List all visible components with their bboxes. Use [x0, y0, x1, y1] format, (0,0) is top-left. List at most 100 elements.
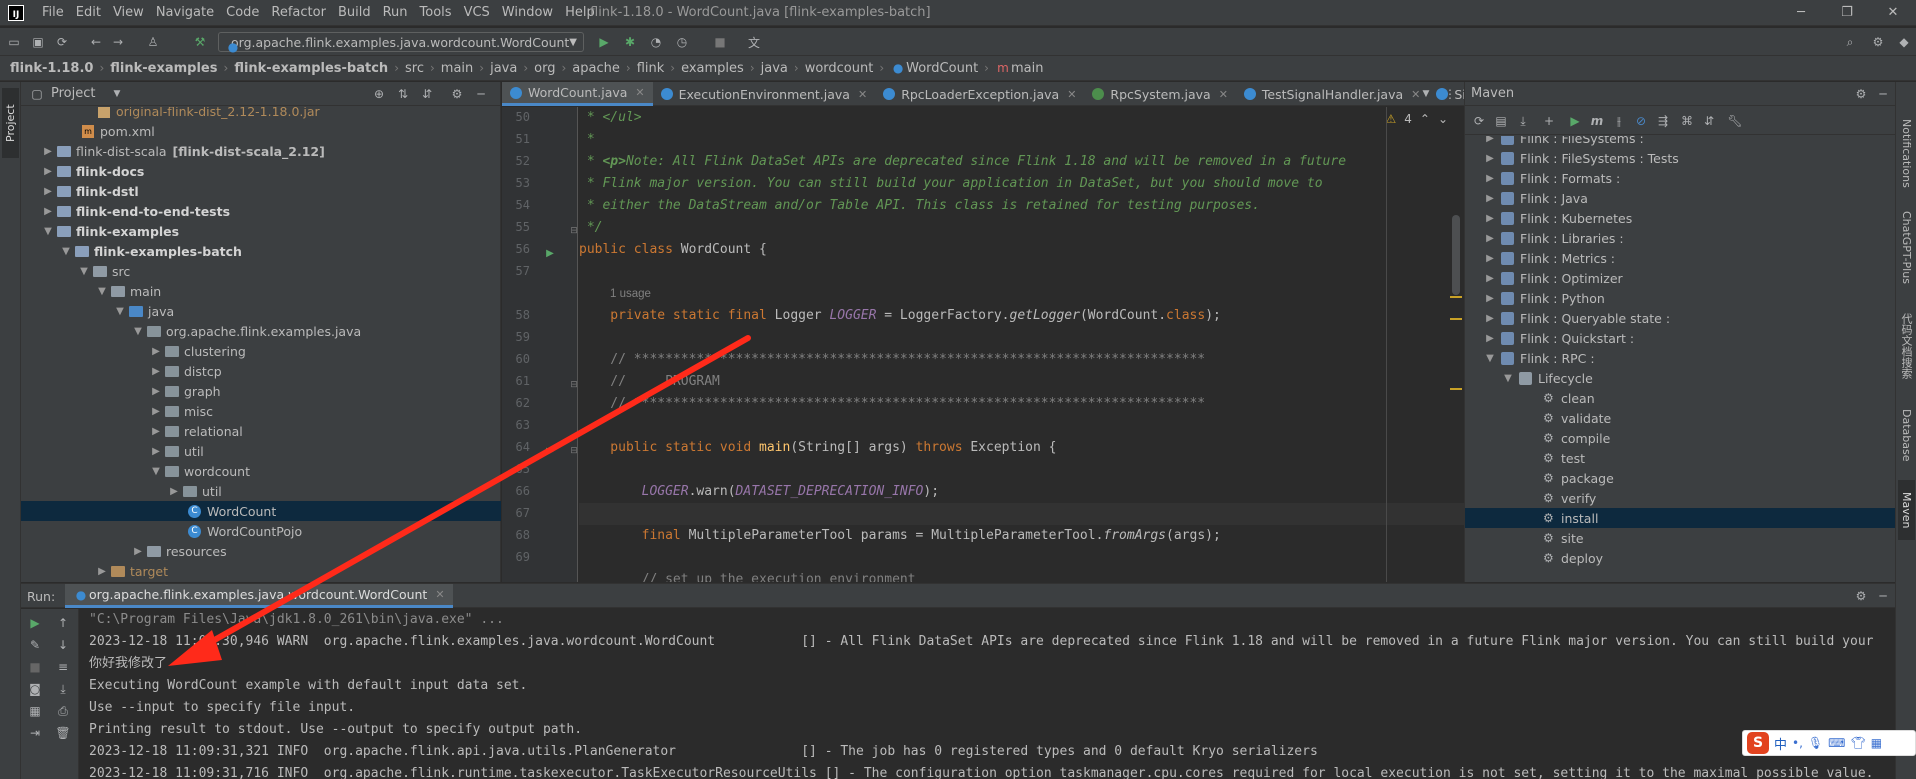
- maven-goal-site[interactable]: ⚙ site: [1465, 528, 1896, 548]
- breadcrumb-item[interactable]: java: [761, 61, 788, 76]
- menu-window[interactable]: Window: [496, 0, 559, 26]
- chevron-right-icon[interactable]: ▶: [149, 426, 163, 437]
- chevron-down-icon[interactable]: ▼: [149, 466, 163, 477]
- tree-item[interactable]: ▶ util: [21, 441, 501, 461]
- add-folder-icon[interactable]: ▤: [1493, 113, 1509, 129]
- gear-icon[interactable]: ⚙: [1853, 86, 1869, 102]
- chevron-right-icon[interactable]: ▶: [1483, 136, 1497, 144]
- breadcrumb-item[interactable]: flink-examples-batch: [234, 61, 388, 76]
- scroll-down-icon[interactable]: ↓: [55, 637, 71, 653]
- menu-file[interactable]: File: [36, 0, 70, 26]
- run-icon[interactable]: ▶: [596, 34, 612, 50]
- maven-module[interactable]: ▶ Flink : Java: [1465, 188, 1896, 208]
- chevron-right-icon[interactable]: ▶: [41, 146, 55, 157]
- chevron-right-icon[interactable]: ▶: [1483, 213, 1497, 224]
- chevron-right-icon[interactable]: ▶: [167, 486, 181, 497]
- warning-stripe-mark[interactable]: [1450, 318, 1462, 320]
- chatgpt-plus-tool-tab[interactable]: ChatGPT-Plus: [1898, 202, 1915, 292]
- close-tab-icon[interactable]: ✕: [635, 86, 644, 99]
- sync-icon[interactable]: ⟳: [54, 34, 70, 50]
- breadcrumb-item[interactable]: flink: [637, 61, 665, 76]
- maven-tool-tab[interactable]: Maven: [1898, 480, 1915, 540]
- tree-item[interactable]: ▶ misc: [21, 401, 501, 421]
- expand-all-icon[interactable]: ⇅: [395, 86, 411, 102]
- debug-icon[interactable]: ✱: [622, 34, 638, 50]
- chevron-right-icon[interactable]: ▶: [41, 186, 55, 197]
- breadcrumb-item[interactable]: examples: [681, 61, 744, 76]
- minimize-icon[interactable]: ─: [1778, 0, 1824, 26]
- rerun-icon[interactable]: ▶: [27, 615, 43, 631]
- tree-item[interactable]: ▶ graph: [21, 381, 501, 401]
- code-doc-search-tool-tab[interactable]: 代码文档搜索: [1898, 296, 1915, 396]
- maven-goal-validate[interactable]: ⚙ validate: [1465, 408, 1896, 428]
- menu-tools[interactable]: Tools: [414, 0, 458, 26]
- stop-icon[interactable]: ■: [27, 659, 43, 675]
- close-window-icon[interactable]: ✕: [1870, 0, 1916, 26]
- chevron-right-icon[interactable]: ▶: [131, 546, 145, 557]
- chevron-down-icon[interactable]: ▼: [109, 86, 125, 102]
- chevron-down-icon[interactable]: ▼: [77, 266, 91, 277]
- tab-wordcount[interactable]: WordCount.java ✕: [502, 82, 653, 106]
- tree-item[interactable]: ▼ src: [21, 261, 501, 281]
- hide-icon[interactable]: ─: [1875, 588, 1891, 604]
- maven-module[interactable]: ▶ Flink : Queryable state :: [1465, 308, 1896, 328]
- tree-item[interactable]: ▼ org.apache.flink.examples.java: [21, 321, 501, 341]
- chevron-down-icon[interactable]: ▼: [113, 306, 127, 317]
- chevron-down-icon[interactable]: ▼: [41, 226, 55, 237]
- maven-module[interactable]: ▶ Flink : Python: [1465, 288, 1896, 308]
- tree-item[interactable]: ▶ target: [21, 561, 501, 581]
- code-area[interactable]: * </ul> * * <p>Note: All Flink DataSet A…: [579, 107, 1464, 582]
- maven-module[interactable]: ▶ Flink : Metrics :: [1465, 248, 1896, 268]
- maven-module[interactable]: ▼ Flink : RPC :: [1465, 348, 1896, 368]
- punctuation-icon[interactable]: •,: [1792, 736, 1803, 750]
- maven-lifecycle-folder[interactable]: ▼ Lifecycle: [1465, 368, 1896, 388]
- menu-refactor[interactable]: Refactor: [265, 0, 332, 26]
- maven-goal-compile[interactable]: ⚙ compile: [1465, 428, 1896, 448]
- ime-toolbar[interactable]: S 中 •, 🎙︎ ⌨ 👕︎ ▦: [1742, 730, 1916, 756]
- run-tab[interactable]: ● org.apache.flink.examples.java.wordcoun…: [65, 584, 453, 608]
- console-output[interactable]: "C:\Program Files\Java\jdk1.8.0_261\bin\…: [89, 609, 1895, 779]
- gear-icon[interactable]: ⚙: [449, 86, 465, 102]
- breadcrumb-item[interactable]: flink-examples: [110, 61, 217, 76]
- close-tab-icon[interactable]: ✕: [858, 88, 867, 101]
- show-dependencies-icon[interactable]: ⇶: [1655, 113, 1671, 129]
- maven-goal-icon[interactable]: m: [1589, 113, 1605, 129]
- microphone-icon[interactable]: 🎙︎: [1808, 736, 1823, 750]
- maven-goal-install[interactable]: ⚙ install: [1465, 508, 1896, 528]
- soft-wrap-icon[interactable]: ≡: [55, 659, 71, 675]
- chevron-right-icon[interactable]: ▶: [41, 206, 55, 217]
- tab-rpc-system[interactable]: RpcSystem.java ✕: [1084, 82, 1236, 106]
- chevron-right-icon[interactable]: ▶: [149, 406, 163, 417]
- editor-scrollbar[interactable]: [1452, 215, 1460, 295]
- chevron-right-icon[interactable]: ▶: [1483, 313, 1497, 324]
- hide-icon[interactable]: ─: [1875, 86, 1891, 102]
- keyboard-icon[interactable]: ⌨: [1828, 736, 1845, 750]
- maven-module[interactable]: ▶ Flink : Libraries :: [1465, 228, 1896, 248]
- print-icon[interactable]: ⎙: [55, 703, 71, 719]
- chevron-right-icon[interactable]: ▶: [149, 366, 163, 377]
- skip-tests-icon[interactable]: ⊘: [1633, 113, 1649, 129]
- skin-icon[interactable]: 👕︎: [1850, 736, 1865, 750]
- tree-item[interactable]: ▶ util: [21, 481, 501, 501]
- breadcrumb-item[interactable]: main: [441, 61, 473, 76]
- maven-module[interactable]: ▶ Flink : Formats :: [1465, 168, 1896, 188]
- chevron-right-icon[interactable]: ▶: [1483, 333, 1497, 344]
- chevron-down-icon[interactable]: ▼: [1418, 86, 1434, 102]
- maven-module[interactable]: ▶ Flink : Optimizer: [1465, 268, 1896, 288]
- toggle-offline-icon[interactable]: ⫲: [1611, 113, 1627, 129]
- chevron-right-icon[interactable]: ▶: [149, 386, 163, 397]
- menu-code[interactable]: Code: [220, 0, 265, 26]
- tree-item[interactable]: ▼ main: [21, 281, 501, 301]
- database-tool-tab[interactable]: Database: [1898, 400, 1915, 470]
- breadcrumb-item[interactable]: wordcount: [805, 61, 874, 76]
- grid-menu-icon[interactable]: ▦: [1871, 736, 1882, 750]
- plugin-icon[interactable]: ◆: [1896, 34, 1912, 50]
- exit-icon[interactable]: ⇥: [27, 725, 43, 741]
- download-icon[interactable]: ⤓: [1515, 113, 1531, 129]
- maven-goal-deploy[interactable]: ⚙ deploy: [1465, 548, 1896, 568]
- chevron-right-icon[interactable]: ▶: [1483, 233, 1497, 244]
- open-folder-icon[interactable]: ▭: [6, 34, 22, 50]
- locate-icon[interactable]: ⊕: [371, 86, 387, 102]
- chevron-right-icon[interactable]: ▶: [41, 166, 55, 177]
- project-tool-tab[interactable]: Project: [2, 88, 19, 158]
